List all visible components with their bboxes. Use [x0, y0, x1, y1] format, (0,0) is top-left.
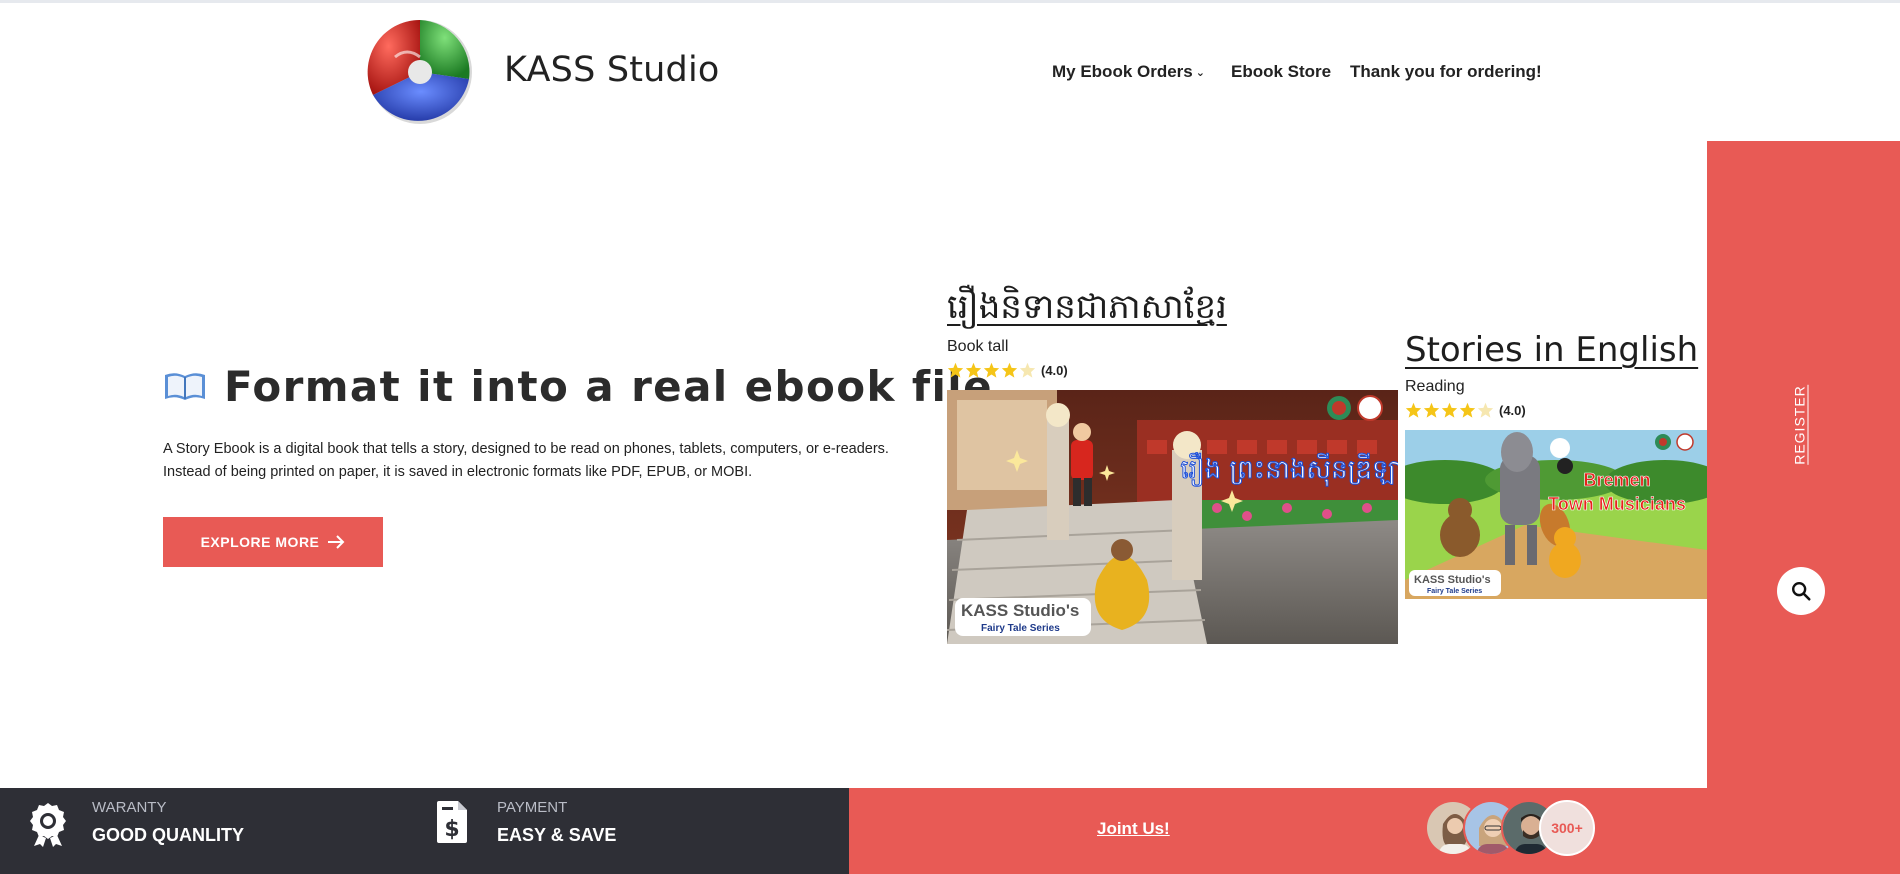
star-icon: [1001, 362, 1018, 378]
nav-ebook-store[interactable]: Ebook Store: [1231, 62, 1331, 82]
search-button[interactable]: [1777, 567, 1825, 615]
cover-series: Fairy Tale Series: [1427, 588, 1482, 595]
star-icon: [1477, 402, 1494, 418]
search-icon: [1792, 582, 1811, 601]
feature-warranty: [28, 801, 68, 852]
cover-brand: KASS Studio's: [961, 601, 1079, 620]
rating-stars: [1405, 402, 1494, 418]
nav-label: My Ebook Orders: [1052, 62, 1193, 81]
book-rating: (4.0): [947, 362, 1068, 378]
star-icon: [983, 362, 1000, 378]
explore-more-button[interactable]: EXPLORE MORE: [163, 517, 383, 567]
star-icon: [947, 362, 964, 378]
nav-my-ebook-orders[interactable]: My Ebook Orders ⌄: [1052, 62, 1205, 82]
side-panel: [1707, 141, 1900, 874]
arrow-right-icon: [328, 535, 345, 549]
feature-value: EASY & SAVE: [497, 825, 617, 845]
dollar-document-icon: $: [437, 801, 467, 843]
star-icon: [1019, 362, 1036, 378]
category-khmer-stories[interactable]: រឿងនិទានជាភាសាខ្មែរ: [947, 285, 1227, 335]
star-icon: [1423, 402, 1440, 418]
brand-name[interactable]: KASS Studio: [504, 50, 720, 90]
open-book-icon: [165, 372, 205, 400]
feature-label: WARANTY: [92, 799, 167, 816]
book-cover-bremen[interactable]: Bremen Town Musicians KASS Studio's Fair…: [1405, 430, 1707, 599]
star-icon: [1441, 402, 1458, 418]
cover-title: រឿង ព្រះនាងស៊ីនឌ្រីឡា: [1180, 452, 1398, 487]
rating-stars: [947, 362, 1036, 378]
hero-description-line: A Story Ebook is a digital book that tel…: [163, 441, 889, 457]
kass-logo[interactable]: [365, 17, 475, 127]
feature-value: GOOD QUANLITY: [92, 825, 244, 845]
svg-text:$: $: [444, 817, 459, 842]
award-icon: [30, 803, 66, 847]
hero-description: A Story Ebook is a digital book that tel…: [163, 438, 923, 484]
chevron-down-icon: ⌄: [1195, 67, 1205, 79]
category-english-stories[interactable]: Stories in English: [1405, 330, 1698, 370]
cover-brand: KASS Studio's: [1414, 574, 1491, 586]
star-icon: [965, 362, 982, 378]
top-border: [0, 0, 1900, 3]
feature-label: PAYMENT: [497, 799, 568, 816]
cover-title-line1: Bremen: [1583, 470, 1650, 490]
rating-score: (4.0): [1041, 362, 1068, 378]
cover-series: Fairy Tale Series: [981, 623, 1060, 634]
feature-payment: $: [436, 800, 468, 849]
explore-more-label: EXPLORE MORE: [200, 534, 320, 550]
register-link[interactable]: REGISTER: [1791, 385, 1809, 465]
book-cover-cinderella[interactable]: រឿង ព្រះនាងស៊ីនឌ្រីឡា KASS Studio's Fair…: [947, 390, 1398, 644]
cover-title-line2: Town Musicians: [1548, 494, 1686, 514]
join-us-link[interactable]: Joint Us!: [1097, 819, 1170, 839]
hero-title: Format it into a real ebook file: [224, 362, 993, 411]
book-name[interactable]: Book tall: [947, 338, 1008, 356]
nav-thank-you[interactable]: Thank you for ordering!: [1350, 62, 1542, 82]
hero-description-line: Instead of being printed on paper, it is…: [163, 464, 753, 480]
star-icon: [1459, 402, 1476, 418]
member-count-badge: 300+: [1539, 800, 1595, 856]
rating-score: (4.0): [1499, 402, 1526, 418]
hero-heading: Format it into a real ebook file: [163, 362, 993, 411]
star-icon: [1405, 402, 1422, 418]
book-rating: (4.0): [1405, 402, 1526, 418]
book-name[interactable]: Reading: [1405, 378, 1465, 396]
